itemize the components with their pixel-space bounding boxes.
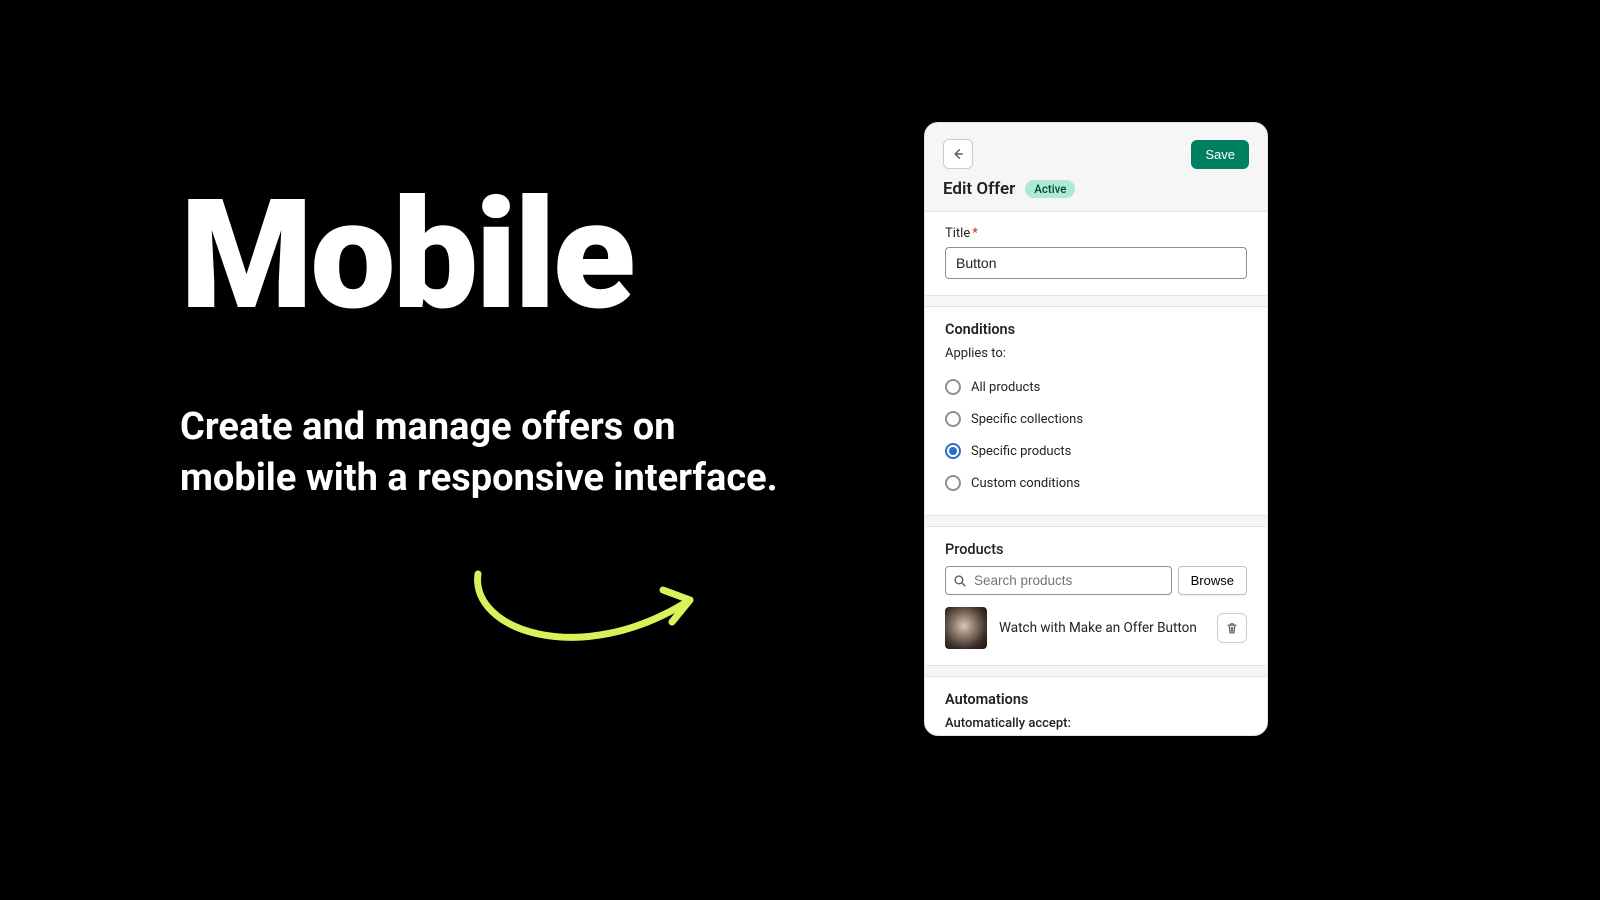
- automations-card: Automations Automatically accept: FixedP…: [925, 676, 1267, 736]
- mobile-mock: Save Edit Offer Active Title* Conditions…: [924, 122, 1268, 736]
- products-card: Products Browse Watch with Make an Offer…: [925, 526, 1267, 666]
- product-thumbnail: [945, 607, 987, 649]
- radio-label: Custom conditions: [971, 476, 1080, 491]
- conditions-card: Conditions Applies to: All products Speci…: [925, 306, 1267, 516]
- product-row: Watch with Make an Offer Button: [945, 607, 1247, 649]
- arrow-left-icon: [951, 147, 965, 161]
- title-label: Title*: [945, 226, 1247, 241]
- radio-indicator: [945, 379, 961, 395]
- page-title: Edit Offer: [943, 179, 1015, 199]
- hero-subtitle: Create and manage offers on mobile with …: [180, 402, 780, 505]
- browse-button[interactable]: Browse: [1178, 566, 1247, 595]
- applies-to-label: Applies to:: [945, 346, 1247, 361]
- search-icon: [953, 574, 967, 588]
- trash-icon: [1225, 621, 1239, 635]
- radio-label: Specific collections: [971, 412, 1083, 427]
- product-search-input[interactable]: [945, 566, 1172, 595]
- products-heading: Products: [945, 541, 1247, 558]
- radio-group: All products Specific collections Specific…: [945, 371, 1247, 499]
- radio-option[interactable]: Specific products: [945, 435, 1247, 467]
- title-card: Title*: [925, 211, 1267, 296]
- radio-indicator: [945, 475, 961, 491]
- automations-heading: Automations: [945, 691, 1247, 708]
- radio-option[interactable]: Specific collections: [945, 403, 1247, 435]
- product-name: Watch with Make an Offer Button: [999, 620, 1205, 636]
- radio-option[interactable]: All products: [945, 371, 1247, 403]
- title-input[interactable]: [945, 247, 1247, 279]
- back-button[interactable]: [943, 139, 973, 169]
- conditions-heading: Conditions: [945, 321, 1247, 338]
- auto-accept-label: Automatically accept:: [945, 716, 1247, 731]
- radio-label: Specific products: [971, 444, 1071, 459]
- radio-indicator: [945, 411, 961, 427]
- radio-option[interactable]: Custom conditions: [945, 467, 1247, 499]
- status-badge: Active: [1025, 180, 1075, 198]
- hero-title: Mobile: [180, 180, 780, 332]
- arrow-illustration: [460, 560, 720, 670]
- radio-indicator: [945, 443, 961, 459]
- save-button[interactable]: Save: [1191, 140, 1249, 169]
- top-bar: Save: [925, 123, 1267, 179]
- radio-label: All products: [971, 380, 1040, 395]
- remove-product-button[interactable]: [1217, 613, 1247, 643]
- required-asterisk: *: [972, 226, 978, 241]
